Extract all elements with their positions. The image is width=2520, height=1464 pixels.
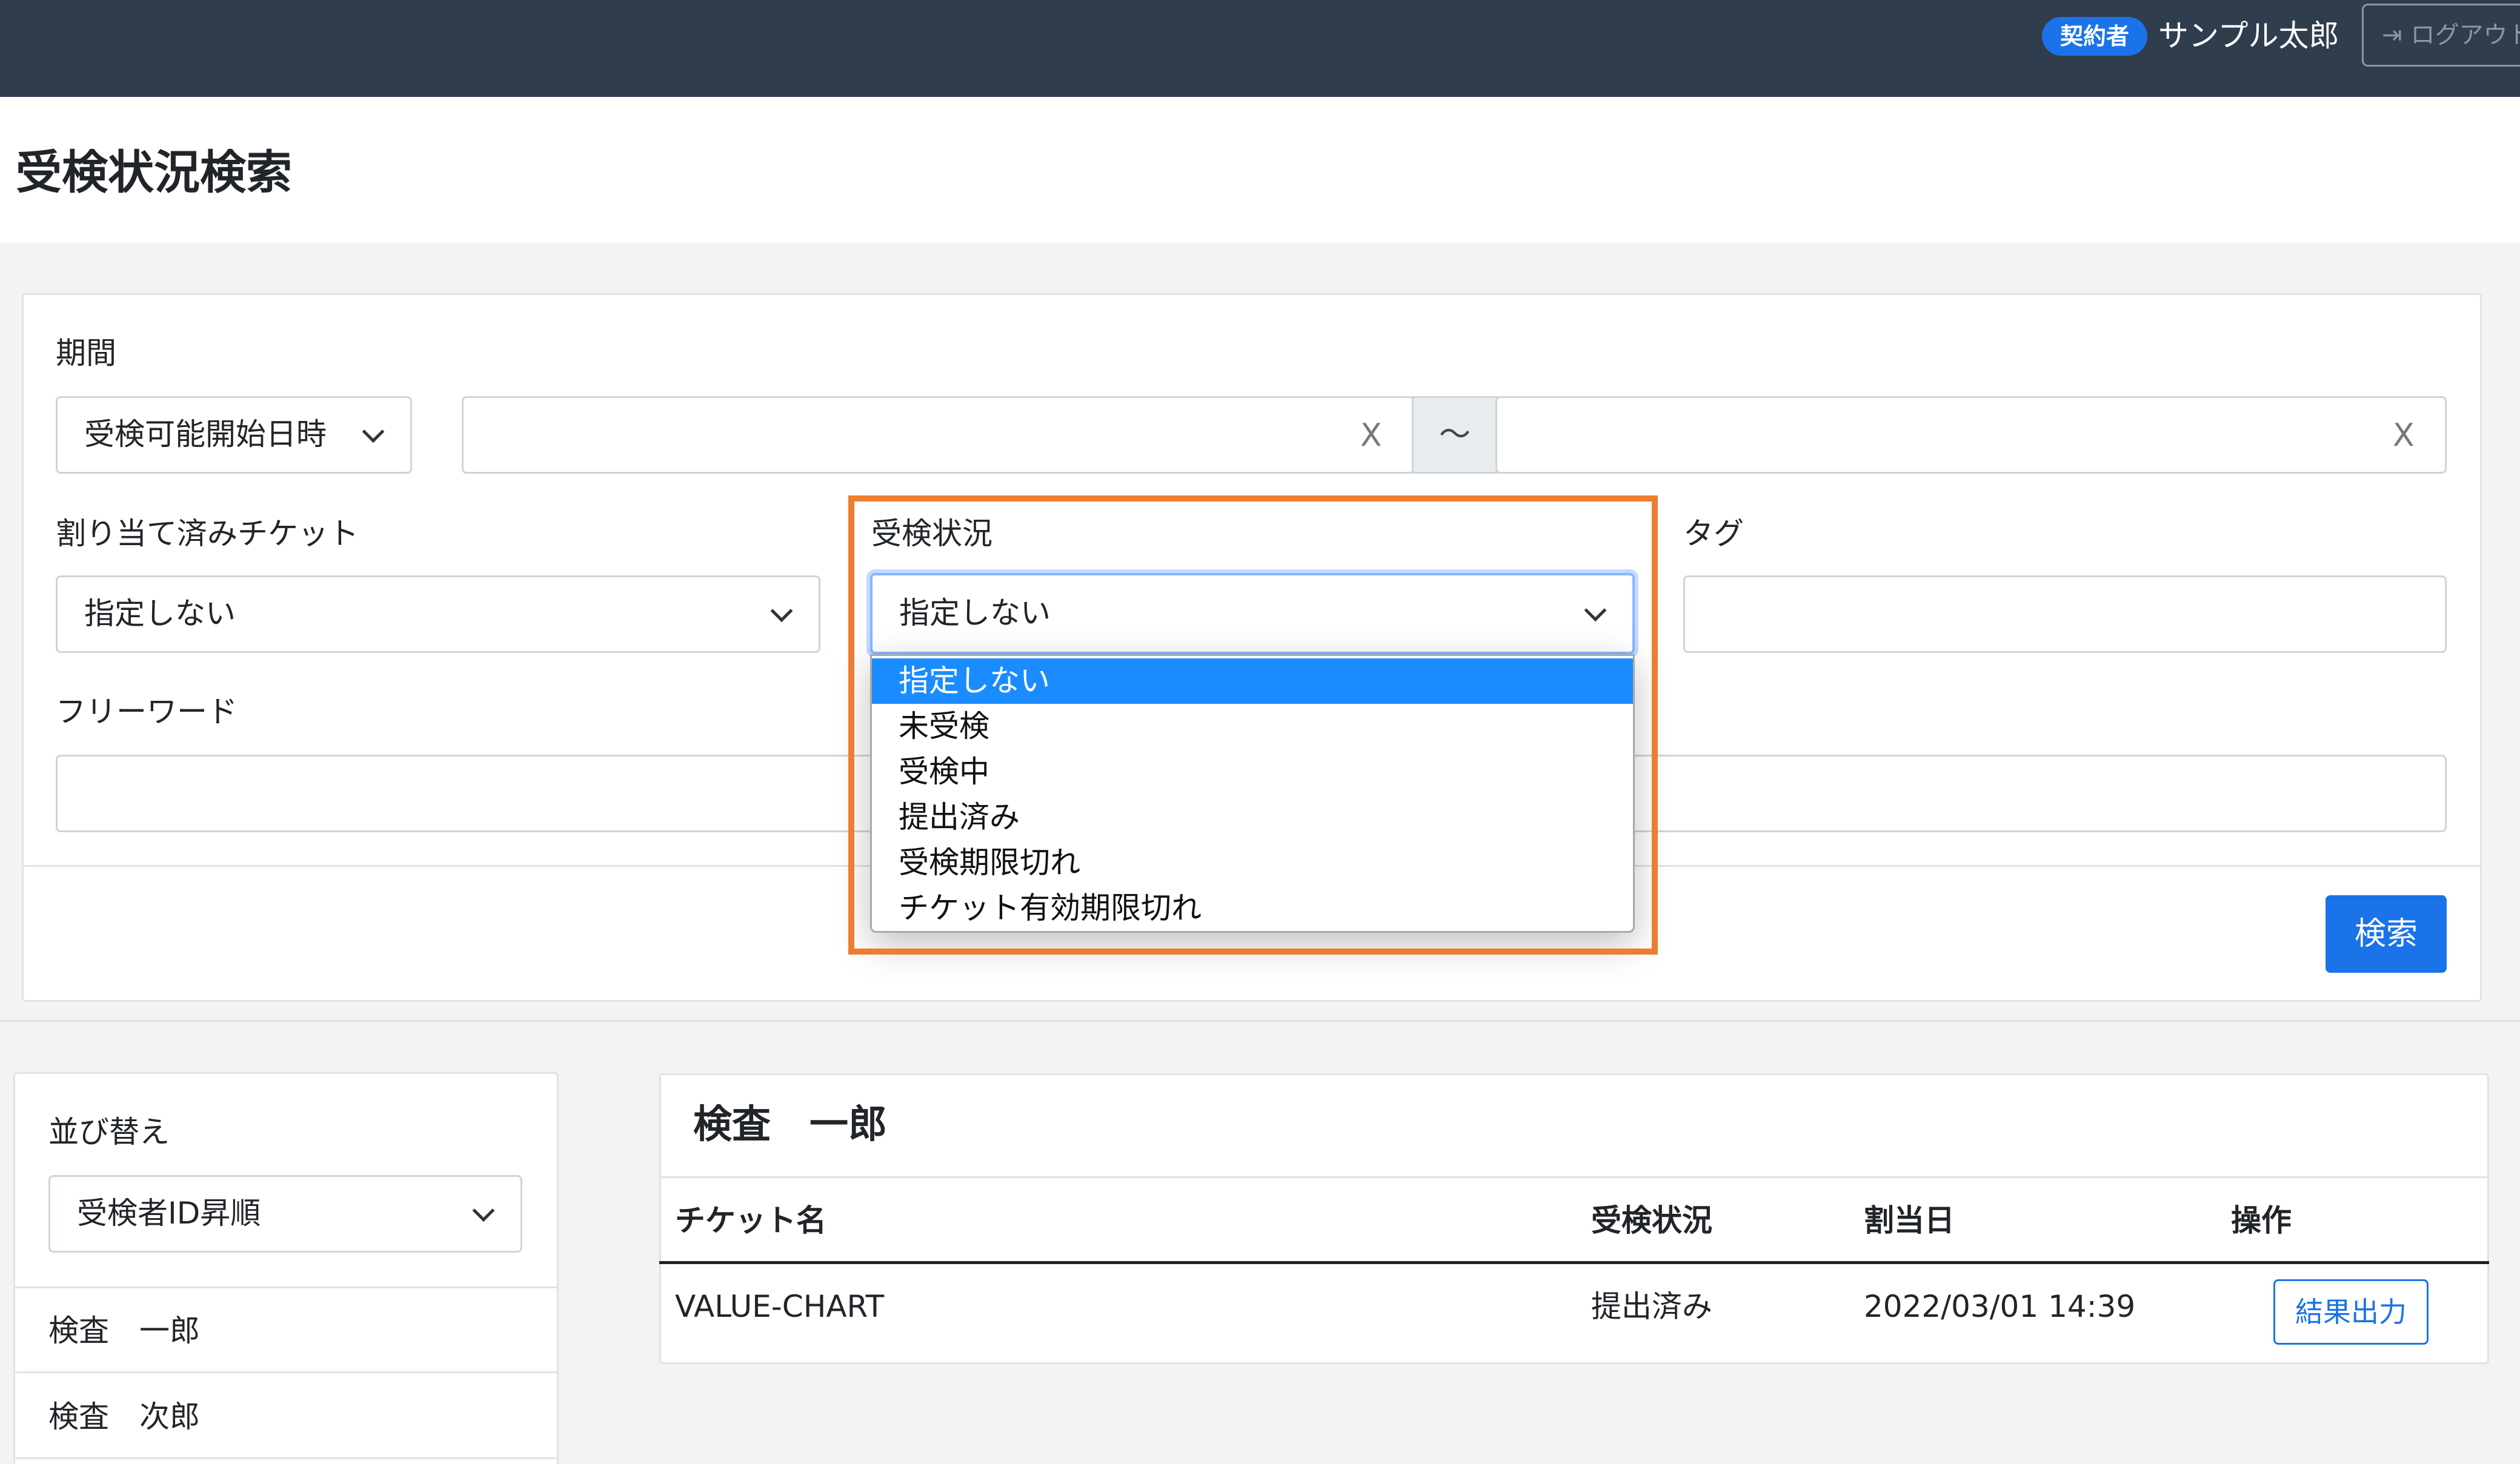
list-divider xyxy=(13,1371,559,1373)
list-divider xyxy=(13,1457,559,1459)
user-name: サンプル太郎 xyxy=(2158,18,2339,53)
export-result-button[interactable]: 結果出力 xyxy=(2273,1279,2429,1345)
highlight-frame xyxy=(848,495,1658,955)
chevron-down-icon xyxy=(770,600,793,623)
card-header-divider xyxy=(659,1176,2489,1178)
section-divider xyxy=(0,1020,2520,1022)
column-header: 受検状況 xyxy=(1591,1203,1712,1238)
assigned-date-cell: 2022/03/01 14:39 xyxy=(1864,1289,2136,1324)
examinee-list-item[interactable]: 検査 次郎 xyxy=(48,1396,200,1438)
date-from-input[interactable]: X xyxy=(462,396,1414,474)
assigned-ticket-label: 割り当て済みチケット xyxy=(56,516,359,551)
logout-button[interactable]: ⇥ ログアウト xyxy=(2362,4,2520,67)
table-header-divider xyxy=(659,1261,2489,1264)
chevron-down-icon xyxy=(362,420,385,443)
sort-value: 受検者ID昇順 xyxy=(77,1196,261,1231)
search-button[interactable]: 検索 xyxy=(2326,895,2447,973)
period-type-value: 受検可能開始日時 xyxy=(84,417,327,452)
logout-icon: ⇥ xyxy=(2382,21,2402,49)
column-header: 割当日 xyxy=(1864,1203,1955,1238)
period-label: 期間 xyxy=(56,336,116,371)
chevron-down-icon xyxy=(472,1199,495,1222)
examinee-name: 検査 一郎 xyxy=(693,1102,887,1147)
status-cell: 提出済み xyxy=(1591,1289,1712,1324)
column-header: チケット名 xyxy=(675,1203,826,1238)
assigned-ticket-value: 指定しない xyxy=(84,596,236,631)
freeword-label: フリーワード xyxy=(56,694,238,729)
examinee-list-item[interactable]: 検査 一郎 xyxy=(48,1310,200,1352)
tag-label: タグ xyxy=(1683,516,1744,551)
page-title: 受検状況検索 xyxy=(16,145,292,199)
column-header: 操作 xyxy=(2231,1203,2292,1238)
title-band xyxy=(0,97,2520,242)
sort-select[interactable]: 受検者ID昇順 xyxy=(48,1175,522,1253)
logout-label: ログアウト xyxy=(2410,21,2520,49)
ticket-name-cell: VALUE-CHART xyxy=(675,1289,885,1324)
assigned-ticket-select[interactable]: 指定しない xyxy=(56,575,820,653)
tag-input[interactable] xyxy=(1683,575,2447,653)
result-card xyxy=(659,1073,2489,1364)
role-badge: 契約者 xyxy=(2042,17,2148,56)
period-type-select[interactable]: 受検可能開始日時 xyxy=(56,396,412,474)
list-divider xyxy=(13,1287,559,1288)
sort-label: 並び替え xyxy=(48,1115,170,1150)
date-to-input[interactable]: X xyxy=(1495,396,2447,474)
clear-icon[interactable]: X xyxy=(2393,398,2415,473)
clear-icon[interactable]: X xyxy=(1360,398,1382,473)
range-separator: 〜 xyxy=(1412,396,1498,474)
